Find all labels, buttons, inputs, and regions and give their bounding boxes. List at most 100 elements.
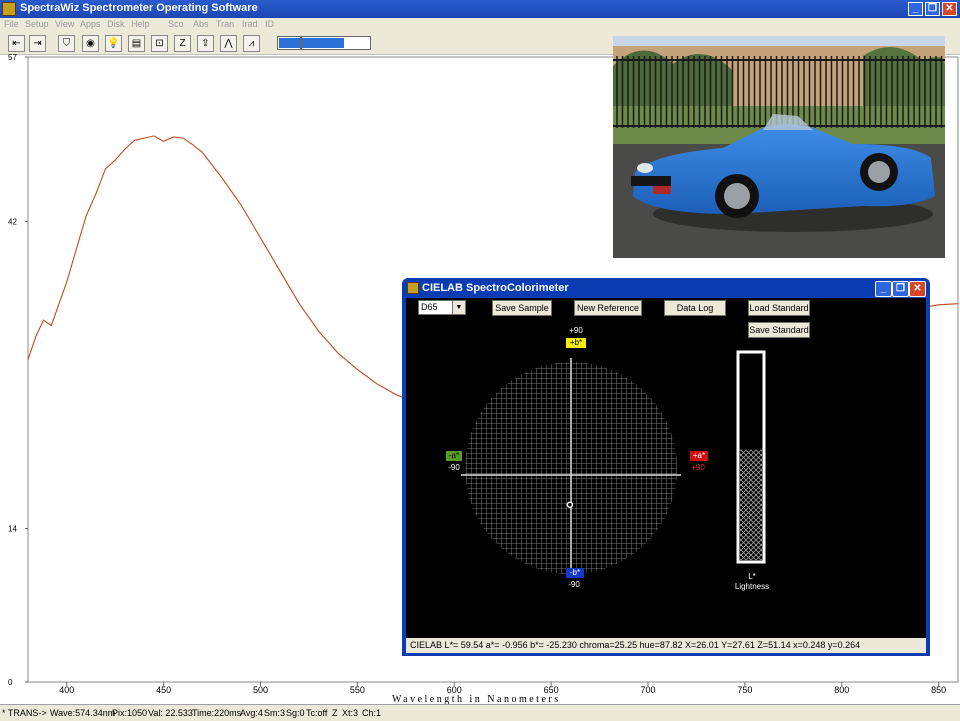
peak-icon[interactable]: ⋀: [220, 35, 237, 52]
status-bar: * TRANS-> Wave:574.34nm Pix:1050 Val: 22…: [0, 704, 960, 721]
spectrum-point: [279, 270, 281, 272]
menu-abs[interactable]: Abs: [193, 19, 209, 29]
spectrum-point: [134, 139, 135, 141]
b-plus-tag: +b*: [566, 338, 586, 348]
spectrum-point: [395, 394, 397, 396]
menu-irad[interactable]: Irad: [242, 19, 258, 29]
status-tc: Tc:off: [306, 708, 328, 718]
spectrum-point: [124, 148, 126, 150]
app-icon: [2, 2, 16, 16]
status-xt: Xt:3: [342, 708, 359, 718]
status-mode: * TRANS->: [2, 708, 47, 718]
dialog-title: CIELAB SpectroColorimeter: [422, 282, 569, 294]
close-button[interactable]: ✕: [942, 2, 957, 16]
status-ch: Ch:1: [362, 708, 382, 718]
progress-marker: [300, 37, 302, 49]
spectrum-point: [43, 319, 44, 321]
x-tick-label: 400: [59, 685, 74, 695]
y-tick-label: 14: [8, 524, 17, 533]
spectrum-point: [105, 168, 106, 170]
autoscale-icon[interactable]: ⩘: [243, 35, 260, 52]
a-minus-value: -90: [448, 463, 460, 472]
spectrum-point: [957, 303, 959, 305]
spectrum-point: [298, 303, 300, 305]
illuminant-select[interactable]: D65 ▼: [418, 300, 466, 315]
b-minus-value: -90: [568, 580, 580, 589]
menu-view[interactable]: View: [55, 19, 74, 29]
spectrum-point: [376, 383, 378, 385]
spectrum-point: [27, 359, 29, 361]
save-standard-button[interactable]: Save Standard: [748, 322, 810, 338]
spectrum-point: [938, 304, 940, 306]
title-bar: SpectraWiz Spectrometer Operating Softwa…: [0, 0, 960, 18]
dialog-status-bar: CIELAB L*= 59.54 a*= -0.956 b*= -25.230 …: [406, 638, 926, 653]
spectrum-point: [240, 204, 242, 206]
menu-disk[interactable]: Disk: [107, 19, 125, 29]
lightness-caption: Lightness: [734, 582, 770, 591]
scroll-left-icon[interactable]: ⇤: [8, 35, 25, 52]
chevron-down-icon[interactable]: ▼: [452, 301, 465, 314]
y-tick-label: 57: [8, 54, 17, 62]
y-ticks: 57 42 14 0: [8, 54, 28, 687]
new-reference-button[interactable]: New Reference: [574, 300, 642, 316]
y-tick-label: 0: [8, 678, 13, 687]
sample-point: [566, 501, 574, 508]
menu-tran[interactable]: Tran: [216, 19, 234, 29]
menu-help[interactable]: Help: [131, 19, 150, 29]
menu-apps[interactable]: Apps: [80, 19, 101, 29]
spectrum-point: [221, 177, 223, 179]
x-tick-label: 500: [253, 685, 268, 695]
dialog-minimize-button[interactable]: _: [875, 281, 892, 297]
illuminant-value: D65: [421, 302, 438, 312]
menu-bar: File Setup View Apps Disk Help Sco Abs T…: [0, 18, 960, 32]
spectrum-point: [192, 144, 194, 146]
spectrum-point: [182, 137, 184, 139]
print-icon[interactable]: ▤: [128, 35, 145, 52]
car-photo-image: [613, 36, 945, 258]
a-plus-tag: +a*: [690, 451, 708, 461]
lightness-bar: [736, 350, 766, 564]
data-log-button[interactable]: Data Log: [664, 300, 726, 316]
load-standard-button[interactable]: Load Standard: [748, 300, 810, 316]
status-z: Z: [332, 708, 338, 718]
dialog-restore-button[interactable]: ❐: [892, 281, 909, 297]
spectrum-point: [172, 136, 174, 138]
spectrum-point: [85, 215, 87, 217]
scroll-right-icon[interactable]: ⇥: [29, 35, 46, 52]
zero-icon[interactable]: Z: [174, 35, 191, 52]
spectrum-point: [143, 137, 145, 139]
b-minus-tag: -b*: [566, 568, 584, 578]
spectrum-point: [58, 303, 60, 305]
dark-icon[interactable]: ◉: [82, 35, 99, 52]
restore-button[interactable]: ❐: [925, 2, 940, 16]
camera-icon[interactable]: ⊡: [151, 35, 168, 52]
minimize-button[interactable]: _: [908, 2, 923, 16]
lightness-fill: [740, 449, 762, 560]
x-tick-label: 550: [350, 685, 365, 695]
dialog-close-button[interactable]: ✕: [909, 281, 926, 297]
menu-file[interactable]: File: [4, 19, 19, 29]
x-tick-label: 800: [834, 685, 849, 695]
spectrum-point: [163, 141, 165, 142]
status-val: Val: 22.533: [148, 708, 193, 718]
spectrum-point: [50, 325, 52, 327]
y-tick-label: 42: [8, 217, 17, 226]
spectrum-point: [153, 135, 155, 137]
save-sample-button[interactable]: Save Sample: [492, 300, 552, 316]
status-avg: Avg:4: [240, 708, 263, 718]
save-icon[interactable]: ⛉: [58, 35, 75, 52]
cielab-readout: CIELAB L*= 59.54 a*= -0.956 b*= -25.230 …: [410, 640, 861, 650]
scan-progress-bar: [277, 36, 371, 50]
spectrum-point: [35, 336, 37, 338]
menu-setup[interactable]: Setup: [25, 19, 49, 29]
menu-id[interactable]: ID: [265, 19, 274, 29]
spectrum-point: [356, 369, 358, 370]
dialog-icon: [407, 282, 419, 294]
scale-up-icon[interactable]: ⇪: [197, 35, 214, 52]
menu-sco[interactable]: Sco: [168, 19, 184, 29]
spectrum-point: [114, 159, 116, 161]
lamp-icon[interactable]: 💡: [105, 35, 122, 52]
spectrum-point: [318, 330, 320, 332]
dialog-body: D65 ▼ Save Sample New Reference Data Log…: [406, 298, 926, 638]
spectrum-point: [76, 248, 77, 250]
